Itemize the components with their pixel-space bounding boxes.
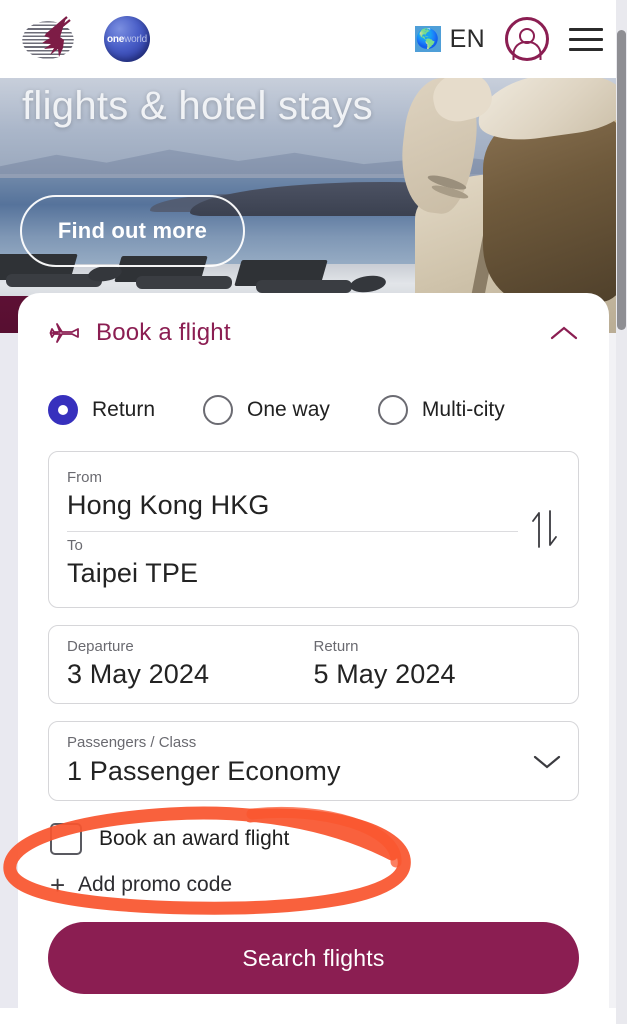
award-flight-row[interactable]: Book an award flight	[48, 823, 579, 856]
oneworld-wordmark: oneworld	[107, 34, 147, 45]
account-icon[interactable]	[505, 17, 549, 61]
to-label: To	[67, 536, 83, 554]
add-promo-code-link[interactable]: + Add promo code	[48, 872, 579, 898]
language-selector[interactable]: 🌎 EN	[414, 24, 485, 54]
trip-type-label: Multi-city	[421, 398, 505, 421]
swap-vertical-icon[interactable]	[530, 507, 560, 551]
return-date-label: Return	[313, 637, 359, 655]
panel-title: Book a flight	[96, 319, 231, 346]
oneworld-light: world	[124, 33, 148, 45]
burger-line	[569, 37, 603, 41]
lounger-base	[136, 276, 232, 289]
airplane-icon	[49, 323, 79, 343]
lounger-base	[256, 280, 352, 293]
trip-type-multi-city[interactable]: Multi-city	[377, 395, 505, 425]
chevron-up-icon[interactable]	[549, 324, 579, 342]
chevron-down-icon[interactable]	[532, 752, 562, 770]
passengers-label: Passengers / Class	[67, 734, 197, 752]
burger-line	[569, 47, 603, 51]
find-out-more-button[interactable]: Find out more	[20, 195, 245, 267]
traveller-hair	[483, 112, 627, 302]
departure-value: 3 May 2024	[67, 658, 210, 689]
trip-type-one-way[interactable]: One way	[203, 395, 330, 425]
language-label: EN	[449, 24, 485, 53]
from-value: Hong Kong HKG	[67, 490, 270, 521]
passengers-class-field[interactable]: Passengers / Class 1 Passenger Economy	[48, 721, 579, 802]
departure-label: Departure	[67, 637, 134, 655]
page-root: oneworld 🌎 EN flights & hotel stays Find…	[0, 0, 627, 1024]
award-flight-checkbox[interactable]	[50, 823, 82, 856]
burger-line	[569, 27, 603, 31]
to-value: Taipei TPE	[67, 558, 199, 589]
route-fields: From Hong Kong HKG To Taipei TPE	[48, 451, 579, 608]
promo-code-label: Add promo code	[78, 873, 233, 897]
search-flights-button[interactable]: Search flights	[48, 922, 579, 995]
page-left-gutter	[0, 333, 18, 1024]
radio-return[interactable]	[48, 395, 78, 425]
page-bottom-gutter	[0, 1008, 627, 1024]
from-field[interactable]: From Hong Kong HKG	[67, 464, 518, 532]
trip-type-label: One way	[247, 398, 330, 421]
oryx-icon	[42, 16, 71, 57]
site-header: oneworld 🌎 EN	[0, 0, 627, 78]
book-a-flight-panel: Book a flight Return One way Multi-city	[18, 293, 609, 1024]
radio-multi-city[interactable]	[377, 395, 408, 425]
trip-type-group: Return One way Multi-city	[48, 395, 579, 425]
award-flight-label: Book an award flight	[99, 827, 290, 851]
scrollbar-thumb[interactable]	[617, 30, 626, 330]
panel-header[interactable]: Book a flight	[48, 293, 579, 373]
trip-type-return[interactable]: Return	[48, 395, 155, 425]
header-actions: 🌎 EN	[414, 17, 609, 61]
qatar-airways-logo[interactable]	[20, 15, 84, 63]
globe-icon: 🌎	[414, 26, 441, 52]
oneworld-logo[interactable]: oneworld	[104, 16, 150, 62]
from-label: From	[67, 469, 102, 486]
date-fields: Departure 3 May 2024 Return 5 May 2024	[48, 624, 579, 705]
plus-icon: +	[50, 870, 66, 901]
header-logos: oneworld	[20, 15, 150, 63]
departure-field[interactable]: Departure 3 May 2024	[67, 637, 314, 692]
radio-one-way[interactable]	[203, 395, 234, 425]
to-field[interactable]: To Taipei TPE	[67, 532, 518, 597]
hamburger-menu-icon[interactable]	[569, 27, 603, 51]
hero-title: flights & hotel stays	[22, 84, 373, 128]
oneworld-bold: one	[106, 33, 125, 45]
passengers-value: 1 Passenger Economy	[67, 755, 341, 786]
trip-type-label: Return	[92, 398, 156, 421]
return-date-value: 5 May 2024	[313, 658, 456, 689]
return-date-field[interactable]: Return 5 May 2024	[314, 637, 561, 692]
